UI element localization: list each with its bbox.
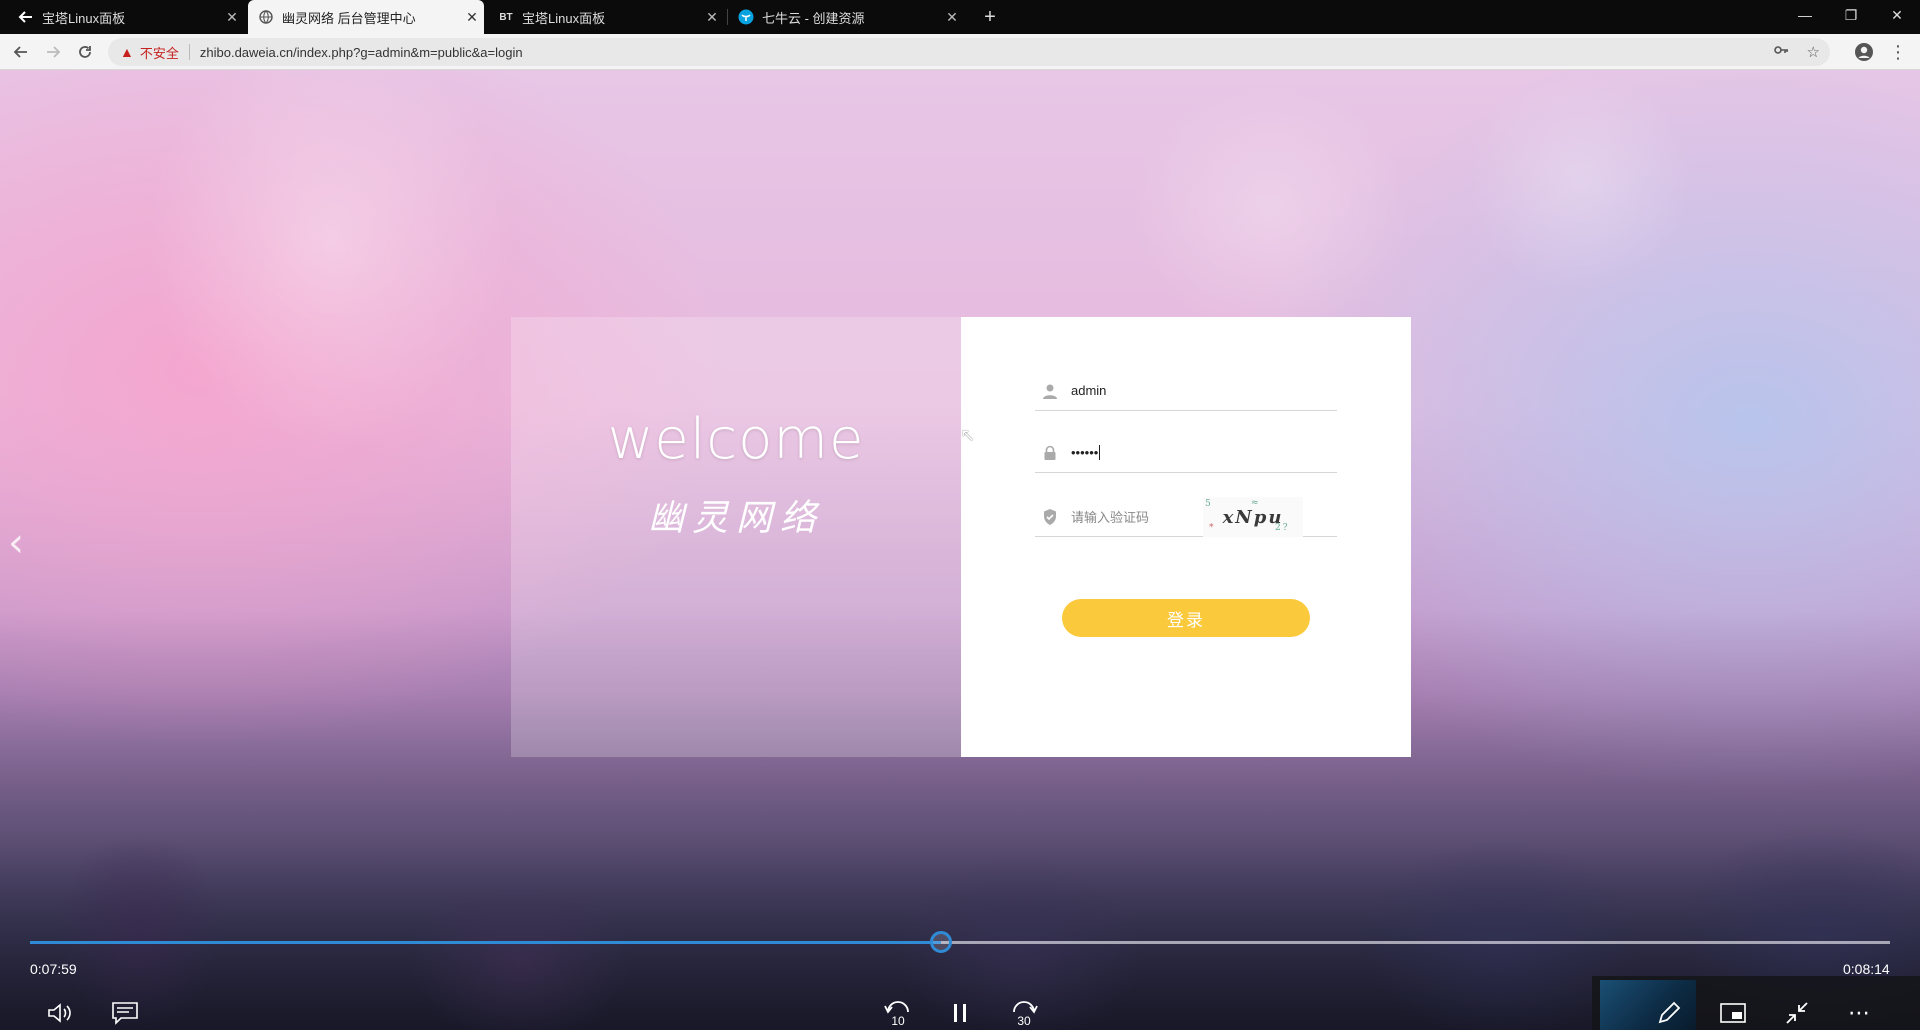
restore-button[interactable]: ❐: [1828, 0, 1874, 30]
total-time: 0:08:14: [1843, 961, 1890, 977]
tab-title: 幽灵网络 后台管理中心: [282, 10, 416, 26]
text-caret: [1099, 445, 1101, 460]
arrow-left-icon: [18, 9, 34, 25]
forward-skip-button[interactable]: 30: [1006, 998, 1042, 1028]
welcome-panel: welcome 幽灵网络: [511, 317, 961, 757]
volume-icon[interactable]: [44, 998, 78, 1028]
tab-qiniu[interactable]: 七牛云 - 创建资源 ✕: [728, 0, 964, 34]
captcha-noise: ≈: [1251, 498, 1261, 508]
back-button[interactable]: [7, 38, 35, 66]
rewind-button[interactable]: 10: [880, 998, 916, 1028]
omnibox-actions: ☆: [1773, 38, 1820, 66]
picture-in-picture-icon[interactable]: [1716, 998, 1750, 1028]
rewind-icon: [884, 1001, 909, 1014]
minimize-button[interactable]: —: [1782, 0, 1828, 30]
pen-icon[interactable]: [1652, 998, 1686, 1028]
pause-icon: [954, 1004, 966, 1022]
mouse-cursor-icon: ↖: [960, 425, 976, 445]
address-divider: [188, 44, 190, 60]
close-icon[interactable]: ✕: [220, 9, 244, 26]
login-button[interactable]: 登录: [1062, 599, 1310, 637]
url-text[interactable]: zhibo.daweia.cn/index.php?g=admin&m=publ…: [200, 45, 523, 60]
password-field[interactable]: ••••••: [1035, 433, 1337, 473]
tab-title: 七牛云 - 创建资源: [762, 10, 865, 26]
captcha-noise: *: [1209, 523, 1216, 533]
close-icon[interactable]: ✕: [940, 9, 964, 26]
captcha-field[interactable]: 请输入验证码 5 ≈ 2? * xNpu: [1035, 497, 1337, 537]
bt-icon: BT: [499, 11, 513, 23]
user-icon: [1039, 383, 1061, 399]
login-page: ‹ welcome 幽灵网络 admin •••••• 请输入验证码 5 ≈ 2…: [0, 70, 1920, 1030]
more-options-icon[interactable]: ⋯: [1842, 998, 1876, 1028]
back-icon: [13, 46, 27, 58]
video-progress-fill: [30, 941, 941, 944]
captcha-noise: 5: [1205, 499, 1213, 509]
video-progress-handle[interactable]: [930, 931, 952, 953]
tab-baota-1[interactable]: 宝塔Linux面板 ✕: [8, 0, 244, 34]
more-vertical-icon: ⋮: [1889, 41, 1907, 62]
tab-admin-login[interactable]: 幽灵网络 后台管理中心 ✕: [248, 0, 484, 34]
shield-check-icon: [1039, 508, 1061, 526]
username-value[interactable]: admin: [1071, 383, 1106, 398]
close-icon[interactable]: ✕: [460, 9, 484, 26]
key-icon[interactable]: [1773, 42, 1789, 62]
globe-icon: [258, 9, 274, 25]
chevron-left-icon[interactable]: ‹: [8, 520, 24, 566]
new-tab-button[interactable]: +: [976, 0, 1004, 34]
address-bar[interactable]: ▲ 不安全 zhibo.daweia.cn/index.php?g=admin&…: [108, 38, 1830, 66]
rewind-seconds: 10: [891, 1014, 905, 1028]
reload-button[interactable]: [71, 38, 99, 66]
tab-baota-2[interactable]: BT 宝塔Linux面板 ✕: [488, 0, 724, 34]
captcha-image[interactable]: 5 ≈ 2? * xNpu: [1203, 497, 1303, 537]
fast-forward-icon: [1013, 1001, 1038, 1014]
tab-strip: 宝塔Linux面板 ✕ 幽灵网络 后台管理中心 ✕ BT 宝塔Linux面板 ✕…: [0, 0, 1920, 34]
qiniu-icon: [738, 9, 754, 25]
browser-toolbar: ▲ 不安全 zhibo.daweia.cn/index.php?g=admin&…: [0, 34, 1920, 70]
subtitles-icon[interactable]: [108, 998, 142, 1028]
pause-button[interactable]: [948, 998, 972, 1028]
exit-fullscreen-icon[interactable]: [1780, 998, 1814, 1028]
tab-title: 宝塔Linux面板: [522, 10, 606, 26]
captcha-noise: 2?: [1275, 523, 1290, 533]
menu-button[interactable]: ⋮: [1884, 38, 1912, 66]
brand-name: 幽灵网络: [647, 498, 824, 539]
lock-icon: [1039, 445, 1061, 461]
video-progress-bar[interactable]: [30, 931, 1890, 953]
security-status[interactable]: 不安全: [140, 43, 179, 62]
reload-icon: [79, 46, 91, 58]
tab-title: 宝塔Linux面板: [42, 10, 126, 26]
forward-button[interactable]: [39, 38, 67, 66]
profile-button[interactable]: [1850, 38, 1878, 66]
close-window-button[interactable]: ✕: [1874, 0, 1920, 30]
star-icon[interactable]: ☆: [1807, 43, 1820, 61]
forward-seconds: 30: [1017, 1014, 1031, 1028]
welcome-heading: welcome: [607, 407, 865, 472]
username-field[interactable]: admin: [1035, 371, 1337, 411]
close-icon[interactable]: ✕: [700, 9, 724, 26]
captcha-input[interactable]: 请输入验证码: [1071, 507, 1149, 526]
warning-icon[interactable]: ▲: [120, 44, 134, 60]
account-icon: [1855, 43, 1873, 61]
forward-icon: [47, 46, 61, 58]
current-time: 0:07:59: [30, 961, 77, 977]
login-form: admin •••••• 请输入验证码 5 ≈ 2? * xNpu 登录: [961, 317, 1411, 757]
password-value[interactable]: ••••••: [1071, 445, 1098, 460]
